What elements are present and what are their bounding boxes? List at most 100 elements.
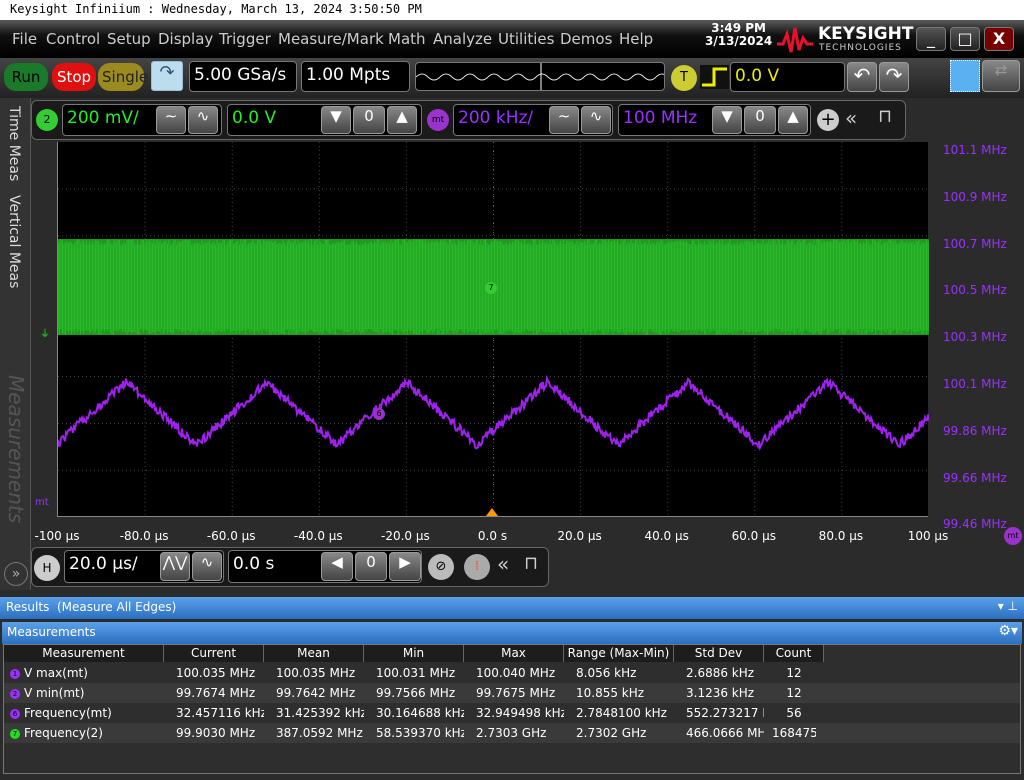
- zoom-icon[interactable]: ⊘: [428, 554, 454, 580]
- table-cell: 2V min(mt): [10, 683, 160, 703]
- menu-setup[interactable]: Setup: [107, 30, 151, 48]
- tab-vertical-meas[interactable]: Vertical Meas: [6, 195, 22, 288]
- undo-icon[interactable]: ↶: [847, 62, 877, 92]
- fine-scale-icon[interactable]: ∼: [156, 106, 186, 134]
- menu-file[interactable]: File: [12, 30, 37, 48]
- rising-edge-icon[interactable]: [700, 65, 729, 89]
- freq-axis-label: 99.86 MHz: [943, 424, 1007, 438]
- table-cell: 56: [772, 703, 816, 723]
- minimize-button[interactable]: _: [916, 27, 946, 51]
- menu-utilities[interactable]: Utilities: [498, 30, 554, 48]
- measurement-name: Frequency(2): [24, 726, 103, 740]
- math-ground-marker[interactable]: mt: [35, 497, 49, 508]
- table-row[interactable]: 7 Frequency(2) 99.9030 MHz 387.0592 MHz 58.5…: [4, 723, 1020, 743]
- measurements-title: Measurements: [7, 625, 96, 639]
- close-button[interactable]: X: [984, 27, 1014, 51]
- time-axis-label: 0.0 s: [478, 529, 507, 543]
- waveform-display[interactable]: [57, 142, 928, 517]
- math-waveform: [58, 379, 929, 449]
- menu-trigger[interactable]: Trigger: [219, 30, 271, 48]
- time-axis-label: 100 µs: [908, 529, 949, 543]
- table-row[interactable]: 1 V max(mt) 100.035 MHz 100.035 MHz 100.031 …: [4, 663, 1020, 683]
- position-zero-icon[interactable]: 0: [355, 552, 387, 581]
- table-cell: 99.7674 MHz: [176, 683, 264, 703]
- channel-2-ground-marker[interactable]: ⏚: [40, 325, 50, 340]
- menu-measure-mark[interactable]: Measure/Mark: [278, 30, 384, 48]
- column-header[interactable]: Current: [164, 645, 264, 662]
- column-header[interactable]: Measurement: [4, 645, 164, 662]
- table-cell: 1684759: [772, 723, 816, 743]
- math-offset-up-icon[interactable]: ▲: [778, 106, 808, 134]
- table-cell: 466.0666 MH:: [686, 723, 764, 743]
- trigger-button[interactable]: T: [671, 65, 697, 91]
- column-header[interactable]: Max: [464, 645, 564, 662]
- window-title: Keysight Infiniium : Wednesday, March 13…: [0, 0, 1024, 20]
- menu-demos[interactable]: Demos: [560, 30, 612, 48]
- pin-icon[interactable]: ⊓: [878, 106, 892, 127]
- math-fine-scale-icon[interactable]: ∼: [549, 106, 579, 134]
- menu-analyze[interactable]: Analyze: [433, 30, 492, 48]
- redo-icon[interactable]: ↷: [879, 62, 909, 92]
- time-fine-icon[interactable]: ⋀⋁: [160, 552, 190, 581]
- single-button[interactable]: Single: [98, 63, 144, 91]
- collapse-icon[interactable]: «: [845, 106, 857, 130]
- logo-name: KEYSIGHT: [818, 24, 913, 44]
- math-measure-marker: 6: [373, 408, 385, 420]
- position-right-icon[interactable]: ▶: [389, 552, 421, 581]
- table-row[interactable]: 2 V min(mt) 99.7674 MHz 99.7642 MHz 99.7566 …: [4, 683, 1020, 703]
- position-left-icon[interactable]: ◀: [321, 552, 353, 581]
- column-header[interactable]: Min: [364, 645, 464, 662]
- auto-scale-icon[interactable]: ↷: [151, 61, 183, 91]
- logo-sub: TECHNOLOGIES: [819, 43, 902, 53]
- table-cell: 100.031 MHz: [376, 663, 464, 683]
- trigger-level-field[interactable]: 0.0 V: [730, 62, 845, 92]
- tab-measurements[interactable]: Measurements: [4, 375, 28, 523]
- trigger-overview[interactable]: [415, 62, 665, 91]
- math-button[interactable]: mt: [427, 109, 449, 131]
- zoom-box-icon[interactable]: [950, 60, 980, 92]
- channel-2-button[interactable]: 2: [36, 109, 58, 131]
- offset-down-icon[interactable]: ▼: [321, 106, 351, 134]
- menu-display[interactable]: Display: [158, 30, 213, 48]
- column-header[interactable]: Count: [764, 645, 824, 662]
- settings-gear-icon[interactable]: ⚙▾: [998, 623, 1018, 639]
- offset-zero-icon[interactable]: 0: [353, 106, 385, 134]
- keysight-wave-icon: [775, 24, 815, 56]
- markers-icon[interactable]: ⁞: [464, 554, 490, 580]
- memory-depth-field[interactable]: 1.00 Mpts: [301, 61, 410, 92]
- stop-button[interactable]: Stop: [52, 63, 96, 91]
- table-cell: 10.855 kHz: [576, 683, 674, 703]
- math-coarse-scale-icon[interactable]: ∿: [581, 106, 611, 134]
- measurement-name: V min(mt): [24, 686, 84, 700]
- coarse-scale-icon[interactable]: ∿: [188, 106, 218, 134]
- waveform-drag-icon[interactable]: ⇄: [982, 60, 1020, 92]
- pin-horizontal-icon[interactable]: ⊓: [524, 553, 538, 574]
- table-cell: 99.9030 MHz: [176, 723, 264, 743]
- math-offset-down-icon[interactable]: ▼: [712, 106, 742, 134]
- tab-time-meas[interactable]: Time Meas: [6, 106, 22, 181]
- table-cell: 58.539370 kHz: [376, 723, 464, 743]
- pin-results-icon[interactable]: ▾ ⊥: [998, 599, 1018, 613]
- column-header[interactable]: Mean: [264, 645, 364, 662]
- add-waveform-icon[interactable]: +: [817, 109, 839, 131]
- expand-icon[interactable]: »: [4, 562, 28, 586]
- horizontal-button[interactable]: H: [34, 555, 60, 581]
- maximize-button[interactable]: □: [950, 27, 980, 51]
- table-row[interactable]: 6 Frequency(mt) 32.457116 kHz 31.425392 kHz…: [4, 703, 1020, 723]
- menu-help[interactable]: Help: [619, 30, 653, 48]
- measurement-badge: 1: [10, 669, 20, 679]
- column-header[interactable]: Std Dev: [674, 645, 764, 662]
- trigger-position-marker[interactable]: [486, 508, 498, 516]
- freq-axis-label: 100.5 MHz: [943, 283, 1007, 297]
- offset-up-icon[interactable]: ▲: [387, 106, 417, 134]
- menu-control[interactable]: Control: [46, 30, 100, 48]
- results-title: Results: [6, 600, 49, 614]
- run-button[interactable]: Run: [4, 63, 48, 91]
- math-offset-zero-icon[interactable]: 0: [744, 106, 776, 134]
- menu-math[interactable]: Math: [388, 30, 426, 48]
- sample-rate-field[interactable]: 5.00 GSa/s: [189, 61, 297, 92]
- column-header[interactable]: Range (Max-Min): [564, 645, 674, 662]
- time-coarse-icon[interactable]: ∿: [192, 552, 222, 581]
- collapse-horizontal-icon[interactable]: «: [497, 552, 509, 576]
- time-axis-label: -60.0 µs: [207, 529, 256, 543]
